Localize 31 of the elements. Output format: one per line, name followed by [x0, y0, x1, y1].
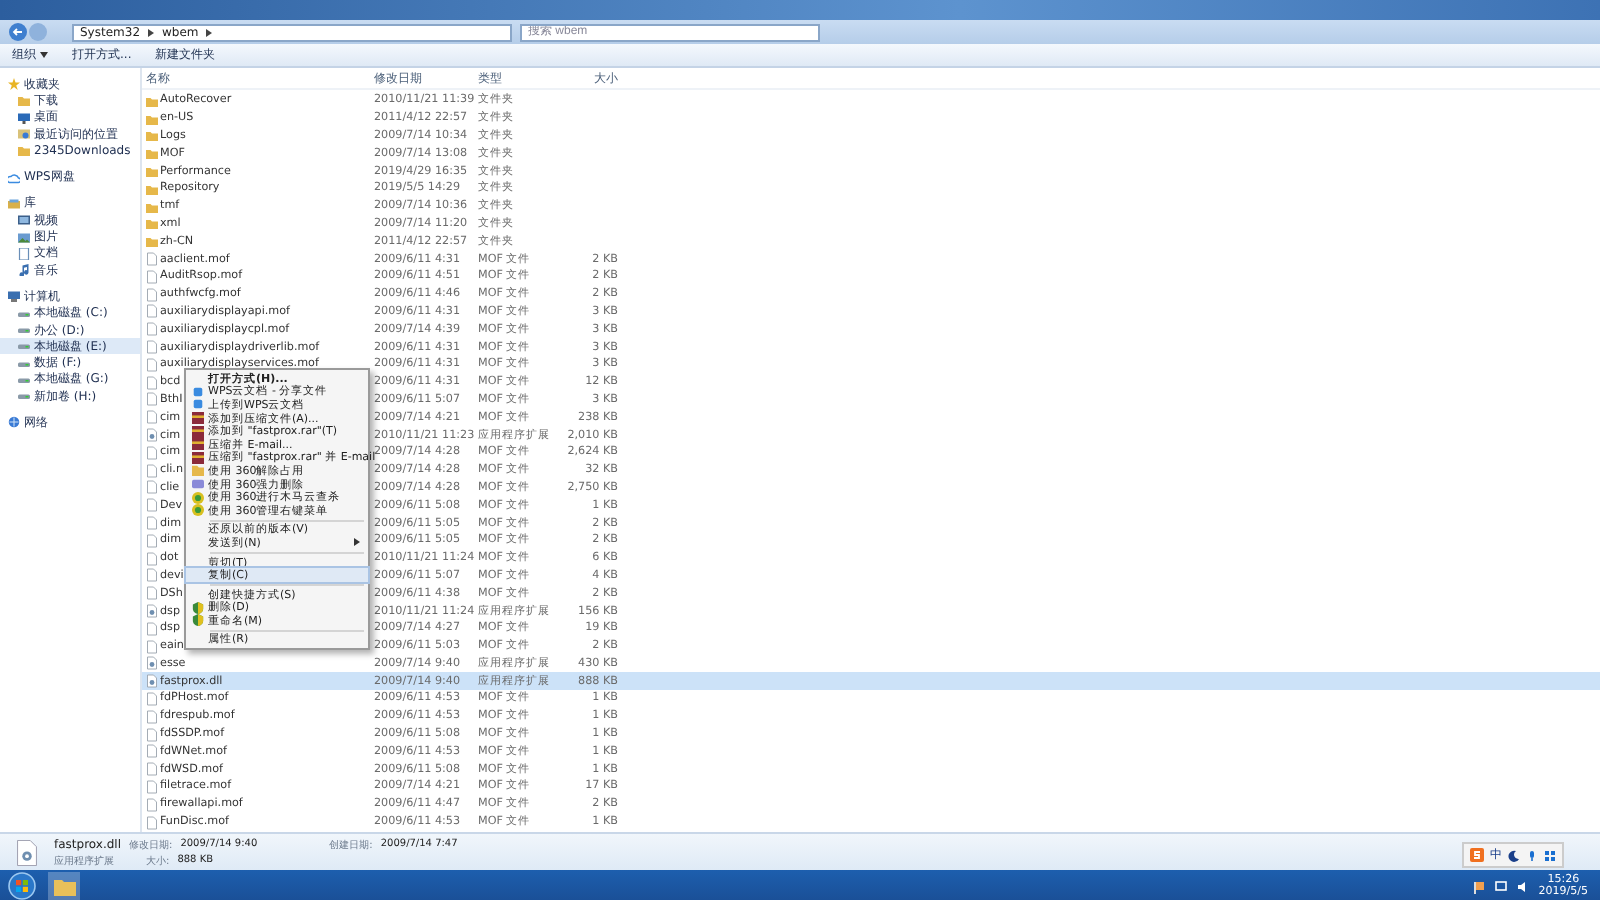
chevron-icon[interactable]	[204, 27, 215, 37]
document-icon	[18, 247, 30, 260]
submenu-arrow-icon	[354, 538, 360, 547]
chevron-icon[interactable]	[146, 27, 157, 37]
gear-file-icon	[146, 428, 158, 443]
speaker-icon[interactable]	[1516, 879, 1531, 893]
gear-file-icon	[16, 839, 38, 865]
gear-file-icon	[146, 604, 158, 618]
input-method-icon[interactable]	[1470, 848, 1484, 862]
start-button-icon[interactable]	[8, 872, 36, 900]
drive-icon	[18, 340, 30, 353]
drive-icon	[18, 373, 30, 386]
caret-icon	[40, 52, 48, 58]
recent-icon	[18, 128, 30, 141]
computer-icon	[8, 290, 20, 303]
flag-icon[interactable]	[1472, 879, 1487, 893]
picture-icon	[18, 231, 30, 244]
gear-file-icon	[146, 674, 158, 689]
video-icon	[18, 214, 30, 227]
folder-icon	[18, 144, 30, 157]
star-icon	[8, 78, 20, 91]
folder-icon	[53, 877, 75, 895]
gear-file-icon	[146, 656, 158, 671]
desktop-icon	[18, 111, 30, 124]
microphone-icon[interactable]	[1526, 849, 1538, 861]
moon-icon[interactable]	[1508, 849, 1520, 861]
download-icon	[18, 94, 30, 107]
library-icon	[8, 197, 20, 210]
music-icon	[18, 264, 30, 277]
grid-icon[interactable]	[1544, 849, 1556, 861]
cloud-icon	[8, 171, 20, 184]
